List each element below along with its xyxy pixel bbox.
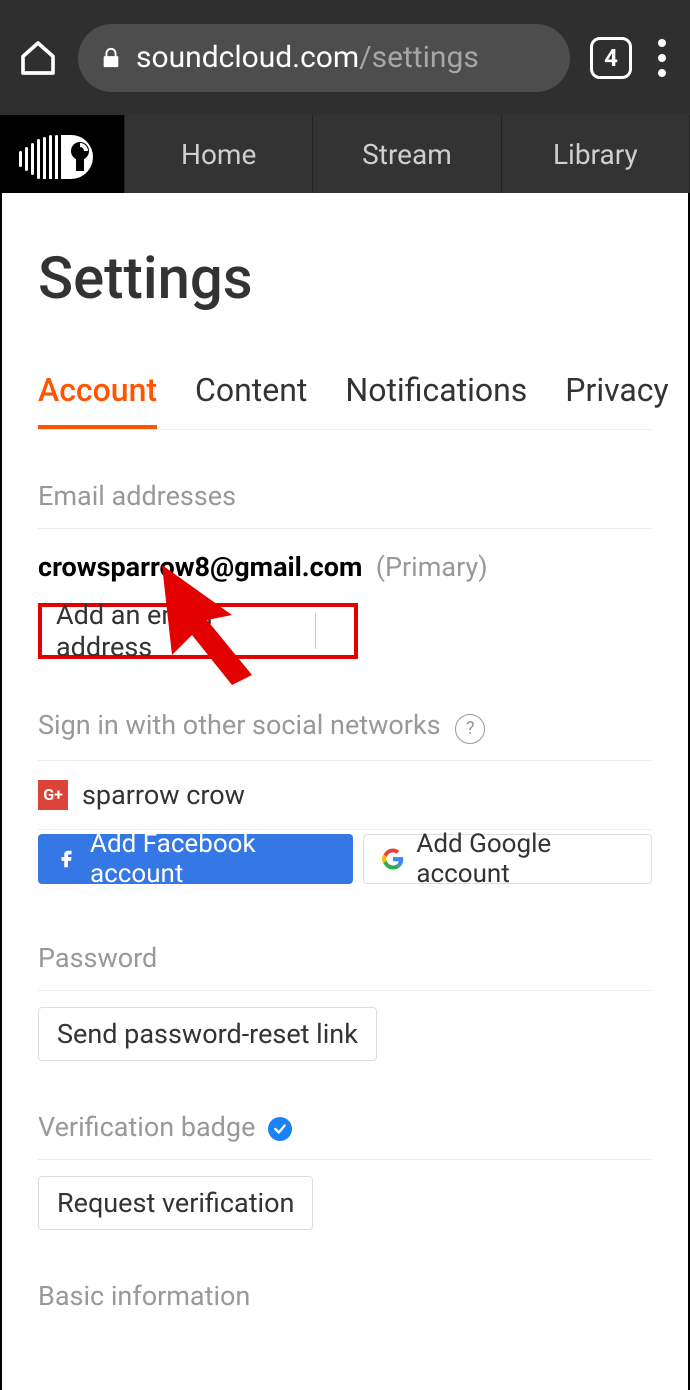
help-icon[interactable]: ?: [455, 714, 485, 744]
section-social: Sign in with other social networks ?: [38, 659, 652, 760]
home-icon[interactable]: [18, 38, 58, 78]
url-text: soundcloud.com/settings: [136, 40, 479, 75]
add-facebook-button[interactable]: Add Facebook account: [38, 834, 353, 884]
url-bar[interactable]: soundcloud.com/settings: [78, 24, 570, 92]
section-password: Password: [38, 892, 652, 990]
send-password-reset-button[interactable]: Send password-reset link: [38, 1007, 377, 1061]
verified-badge-icon: [268, 1117, 292, 1141]
add-email-input[interactable]: Add an email address: [38, 603, 358, 659]
tab-count[interactable]: 4: [590, 37, 632, 79]
add-google-button[interactable]: Add Google account: [363, 834, 652, 884]
connected-account-name: sparrow crow: [82, 779, 245, 811]
google-plus-icon: G+: [38, 780, 68, 810]
connected-google-account: G+ sparrow crow: [38, 761, 652, 829]
primary-email-row: crowsparrow8@gmail.com (Primary): [38, 529, 652, 603]
facebook-icon: [56, 848, 78, 870]
lock-icon: [100, 45, 122, 71]
browser-chrome: soundcloud.com/settings 4: [0, 0, 690, 115]
settings-tabs: Account Content Notifications Privacy: [38, 353, 652, 430]
tab-notifications[interactable]: Notifications: [345, 353, 527, 429]
nav-home[interactable]: Home: [124, 115, 312, 193]
soundcloud-logo[interactable]: [0, 115, 124, 193]
tab-content[interactable]: Content: [195, 353, 307, 429]
page-title: Settings: [38, 193, 652, 353]
google-icon: [382, 848, 404, 870]
nav-stream[interactable]: Stream: [312, 115, 500, 193]
section-basic-information: Basic information: [38, 1230, 652, 1328]
section-verification: Verification badge: [38, 1061, 652, 1159]
tab-privacy[interactable]: Privacy: [565, 353, 668, 429]
kebab-menu-icon[interactable]: [652, 39, 672, 77]
primary-email: crowsparrow8@gmail.com: [38, 551, 362, 583]
nav-library[interactable]: Library: [501, 115, 690, 193]
tab-account[interactable]: Account: [38, 353, 157, 429]
add-email-placeholder: Add an email address: [56, 613, 316, 649]
page: Settings Account Content Notifications P…: [2, 193, 688, 1390]
primary-label: (Primary): [376, 551, 488, 583]
site-header: Home Stream Library: [0, 115, 690, 193]
section-email-addresses: Email addresses: [38, 430, 652, 528]
request-verification-button[interactable]: Request verification: [38, 1176, 313, 1230]
